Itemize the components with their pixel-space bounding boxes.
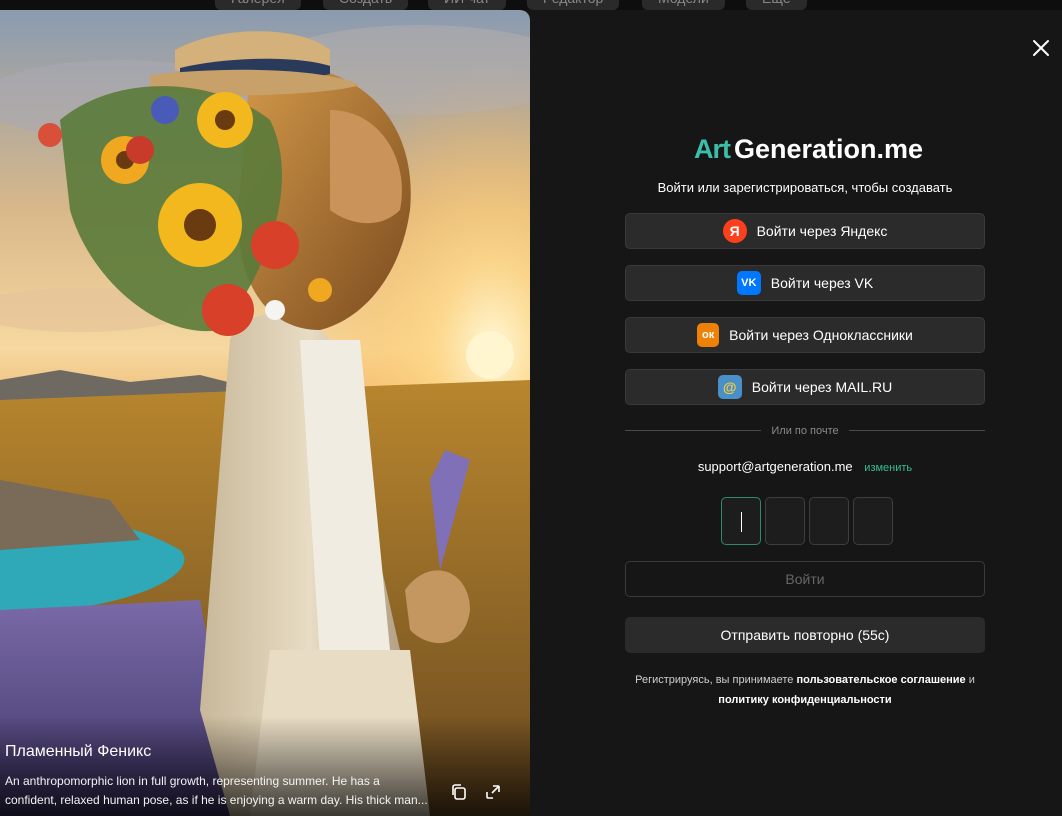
copy-prompt-button[interactable]	[448, 781, 470, 803]
auth-subtitle: Войти или зарегистрироваться, чтобы созд…	[657, 180, 953, 195]
copy-icon	[452, 784, 466, 800]
mailru-icon: @	[717, 375, 742, 399]
login-odnoklassniki-button[interactable]: ок Войти через Одноклассники	[625, 317, 985, 353]
login-odnoklassniki-label: Войти через Одноклассники	[729, 327, 913, 343]
auth-modal: Пламенный Феникс An anthropomorphic lion…	[0, 10, 1062, 816]
nav-create[interactable]: Создать	[323, 0, 409, 10]
logo-art-mark: Art	[692, 133, 731, 164]
open-artwork-button[interactable]	[482, 781, 504, 803]
nav-gallery[interactable]: Галерея	[215, 0, 301, 10]
login-yandex-button[interactable]: Я Войти через Яндекс	[625, 213, 985, 249]
terms-prefix: Регистрируясь, вы принимаете	[635, 674, 797, 686]
logo-wordmark: Generation.me	[734, 133, 924, 164]
divider-label: Или по почте	[771, 424, 839, 437]
user-agreement-link[interactable]: пользовательское соглашение	[796, 674, 965, 686]
yandex-icon: Я	[722, 219, 747, 243]
login-yandex-label: Войти через Яндекс	[756, 223, 888, 239]
code-digit-4-input[interactable]	[853, 497, 893, 545]
artwork-image	[0, 10, 530, 816]
email-divider: Или по почте	[625, 425, 986, 437]
email-row: support@artgeneration.me изменить	[625, 459, 985, 474]
artwork-description: An anthropomorphic lion in full growth, …	[5, 774, 428, 807]
login-vk-label: Войти через VK	[770, 275, 874, 291]
vk-icon: VK	[736, 271, 761, 295]
change-email-link[interactable]: изменить	[864, 462, 912, 474]
artgeneration-logo: Art Generation.me	[692, 133, 924, 164]
email-address: support@artgeneration.me	[697, 459, 853, 474]
login-mailru-button[interactable]: @ Войти через MAIL.RU	[625, 369, 985, 405]
resend-code-button[interactable]: Отправить повторно (55с)	[625, 617, 985, 653]
artwork-panel: Пламенный Феникс An anthropomorphic lion…	[0, 10, 530, 816]
artwork-title: Пламенный Феникс	[5, 743, 152, 760]
terms-notice: Регистрируясь, вы принимаете пользовател…	[625, 670, 985, 710]
nav-editor[interactable]: Редактор	[527, 0, 620, 10]
nav-more[interactable]: Ещё	[746, 0, 807, 10]
expand-icon	[486, 785, 500, 799]
divider-line-left	[625, 430, 762, 431]
privacy-policy-link[interactable]: политику конфиденциальности	[718, 694, 891, 706]
terms-and: и	[965, 674, 975, 686]
odnoklassniki-icon: ок	[697, 323, 720, 347]
login-mailru-label: Войти через MAIL.RU	[751, 379, 893, 395]
divider-line-right	[848, 430, 986, 431]
login-button[interactable]: Войти	[625, 561, 985, 597]
nav-models[interactable]: Модели	[642, 0, 725, 10]
close-icon[interactable]	[1030, 37, 1052, 59]
login-vk-button[interactable]: VK Войти через VK	[625, 265, 985, 301]
nav-ai-chat[interactable]: ИИ-чат	[428, 0, 506, 10]
code-digit-2-input[interactable]	[765, 497, 805, 545]
code-digit-3-input[interactable]	[809, 497, 849, 545]
code-digit-1-input[interactable]	[721, 497, 761, 545]
